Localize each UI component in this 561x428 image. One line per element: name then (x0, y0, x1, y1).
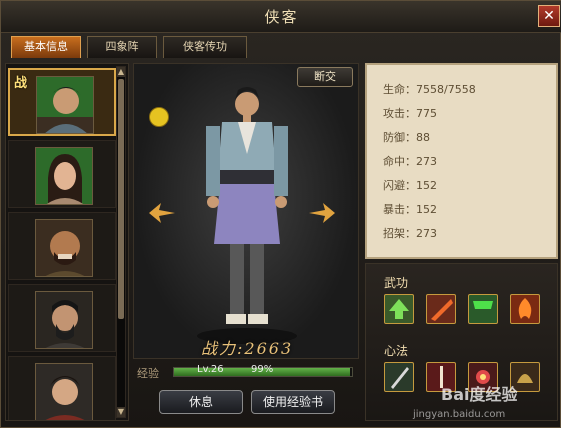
roster-item[interactable] (8, 356, 116, 420)
close-icon[interactable]: ✕ (538, 5, 560, 27)
slash-skill-icon[interactable] (426, 294, 456, 324)
exp-label: 经验 (137, 367, 159, 380)
power-value: 2663 (244, 339, 294, 358)
stat-value: 273 (416, 227, 437, 240)
stat-label: 暴击： (383, 203, 416, 216)
hero-portrait (35, 363, 93, 420)
stat-value: 273 (416, 155, 437, 168)
hero-portrait (36, 76, 94, 134)
hero-portrait (35, 219, 93, 277)
rotate-right-arrow-icon[interactable] (307, 201, 337, 225)
stat-label: 生命： (383, 83, 416, 96)
tab-four-symbols[interactable]: 四象阵 (87, 36, 157, 58)
stat-value: 7558/7558 (416, 83, 476, 96)
medal-icon[interactable] (149, 107, 169, 127)
roster-item[interactable] (8, 140, 116, 208)
use-exp-book-button[interactable]: 使用经验书 (251, 390, 335, 414)
tab-basic-info[interactable]: 基本信息 (11, 36, 81, 58)
battle-tag: 战 (14, 76, 28, 91)
watermark-url: jingyan.baidu.com (413, 409, 506, 420)
hero-roster-list: 战 ▲ ▼ (5, 63, 129, 421)
stats-panel: 生命：7558/7558 攻击：775 防御：88 命中：273 闪避：152 … (365, 63, 558, 259)
stat-label: 攻击： (383, 107, 416, 120)
martial-title: 武功 (384, 276, 409, 290)
experience-row: 经验 Lv.26 99% (133, 363, 359, 381)
fire-skill-icon[interactable] (510, 294, 540, 324)
stat-value: 775 (416, 107, 437, 120)
sword-art-icon[interactable] (384, 362, 414, 392)
title-bar: 侠客 ✕ (1, 1, 561, 33)
stat-value: 152 (416, 203, 437, 216)
stat-hp: 生命：7558/7558 (383, 81, 476, 97)
rest-button[interactable]: 休息 (159, 390, 243, 414)
combat-power: 战力:2663 (201, 335, 293, 359)
hero-portrait (35, 291, 93, 349)
stat-hit: 命中：273 (383, 153, 437, 169)
stat-crit: 暴击：152 (383, 201, 437, 217)
roster-item[interactable]: 战 (8, 68, 116, 136)
stat-label: 防御： (383, 131, 416, 144)
exp-level: Lv.26 (197, 364, 224, 375)
stat-dodge: 闪避：152 (383, 177, 437, 193)
hero-window: 侠客 ✕ 基本信息 四象阵 侠客传功 战 ▲ ▼ 断交 战力:2663 经验 L… (0, 0, 561, 428)
stat-value: 88 (416, 131, 430, 144)
stat-attack: 攻击：775 (383, 105, 437, 121)
mind-title: 心法 (384, 344, 409, 358)
exp-percent: 99% (251, 364, 274, 375)
arrow-up-skill-icon[interactable] (384, 294, 414, 324)
stat-label: 闪避： (383, 179, 416, 192)
roster-scrollbar[interactable]: ▲ ▼ (116, 66, 126, 418)
watermark: Bai度经验 (441, 385, 518, 404)
defense-skill-icon[interactable] (468, 294, 498, 324)
rotate-left-arrow-icon[interactable] (147, 201, 177, 225)
scroll-down-icon[interactable]: ▼ (117, 407, 125, 417)
power-label: 战力: (201, 339, 245, 358)
stat-parry: 招架：273 (383, 225, 437, 241)
tab-hero-transfer[interactable]: 侠客传功 (163, 36, 247, 58)
stat-defense: 防御：88 (383, 129, 430, 145)
hero-portrait (35, 147, 93, 205)
scroll-up-icon[interactable]: ▲ (117, 67, 125, 77)
window-title: 侠客 (264, 8, 299, 26)
roster-item[interactable] (8, 212, 116, 280)
scroll-thumb[interactable] (118, 79, 124, 319)
break-bond-button[interactable]: 断交 (297, 67, 353, 87)
stat-label: 命中： (383, 155, 416, 168)
stat-value: 152 (416, 179, 437, 192)
roster-item[interactable] (8, 284, 116, 352)
stat-label: 招架： (383, 227, 416, 240)
